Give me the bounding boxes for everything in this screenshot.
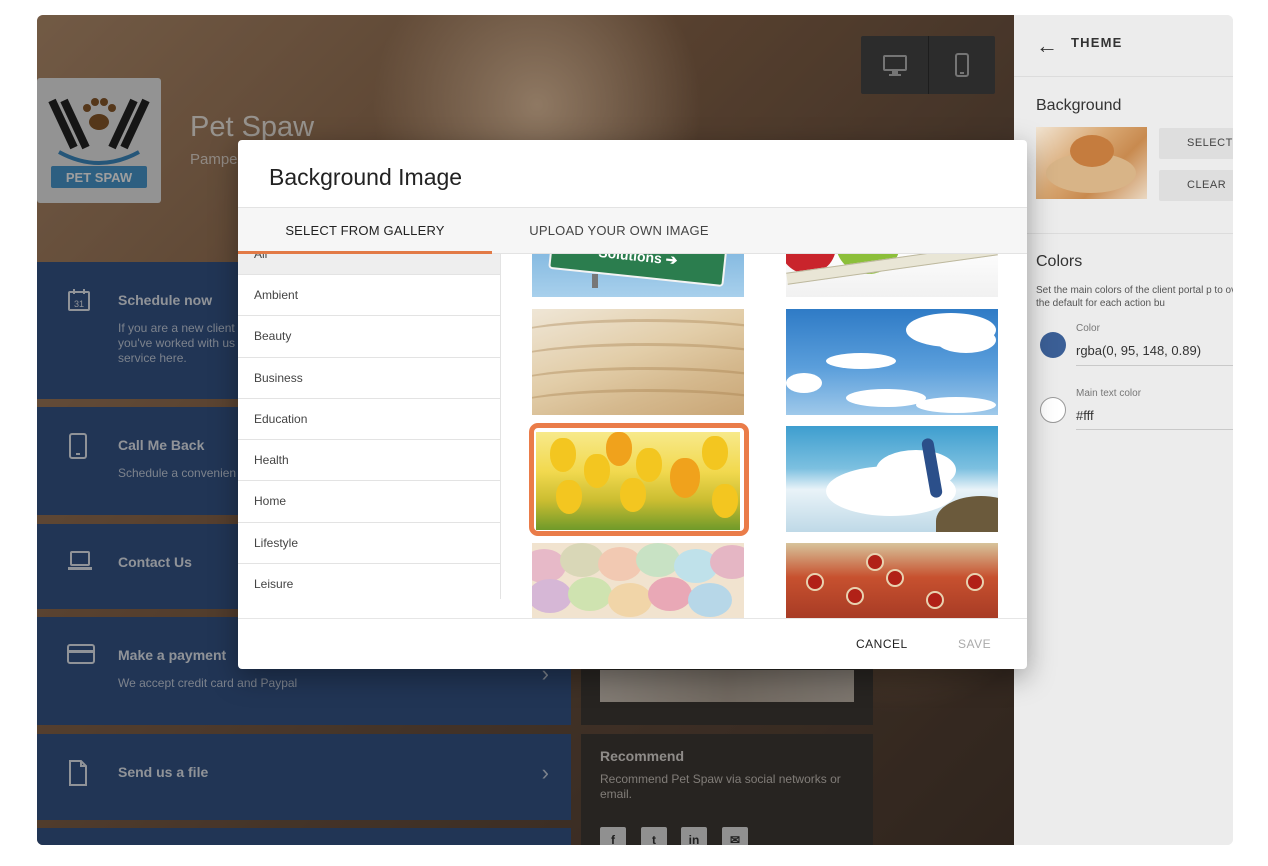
category-item-beauty[interactable]: Beauty — [238, 316, 500, 358]
category-item-home[interactable]: Home — [238, 481, 500, 523]
gallery-image-pizza[interactable] — [786, 543, 998, 619]
gallery-image-apples[interactable] — [786, 254, 998, 297]
select-background-button[interactable]: SELECT — [1159, 128, 1233, 159]
back-arrow-icon[interactable]: ← — [1036, 33, 1058, 59]
theme-panel-header: ← THEME — [1014, 15, 1233, 77]
gallery-image-sand[interactable] — [532, 309, 744, 415]
text-color-swatch[interactable] — [1040, 397, 1066, 423]
category-item-all[interactable]: All — [238, 254, 500, 275]
category-list: All Ambient Beauty Business Education He… — [238, 254, 501, 599]
modal-footer: CANCEL SAVE — [238, 618, 1027, 669]
modal-tabs: SELECT FROM GALLERY UPLOAD YOUR OWN IMAG… — [238, 207, 1027, 254]
clear-background-button[interactable]: CLEAR — [1159, 170, 1233, 201]
colors-description: Set the main colors of the client portal… — [1036, 285, 1233, 309]
category-item-ambient[interactable]: Ambient — [238, 275, 500, 317]
modal-title: Background Image — [269, 164, 463, 190]
colors-section-title: Colors — [1036, 253, 1083, 270]
primary-color-swatch[interactable] — [1040, 332, 1066, 358]
selected-image-highlight — [529, 423, 749, 536]
sign-text: Solutions ➔ — [548, 254, 728, 288]
panel-title: THEME — [1071, 35, 1123, 50]
category-item-health[interactable]: Health — [238, 440, 500, 482]
cancel-button[interactable]: CANCEL — [856, 637, 908, 651]
background-section-title: Background — [1036, 97, 1122, 114]
tab-upload-own-image[interactable]: UPLOAD YOUR OWN IMAGE — [492, 208, 746, 254]
color-field[interactable]: rgba(0, 95, 148, 0.89) — [1076, 343, 1201, 358]
color-field-label: Color — [1076, 323, 1100, 334]
gallery-image-solutions[interactable]: Solutions ➔ — [532, 254, 744, 297]
gallery-image-jumping-girl[interactable] — [786, 426, 998, 532]
text-color-field[interactable]: #fff — [1076, 408, 1094, 423]
tab-select-from-gallery[interactable]: SELECT FROM GALLERY — [238, 208, 492, 254]
category-item-education[interactable]: Education — [238, 399, 500, 441]
category-item-lifestyle[interactable]: Lifestyle — [238, 523, 500, 565]
background-image-modal: Background Image SELECT FROM GALLERY UPL… — [238, 140, 1027, 669]
save-button[interactable]: SAVE — [958, 637, 991, 651]
theme-panel: ← THEME Background SELECT CLEAR Colors S… — [1014, 15, 1233, 845]
category-item-business[interactable]: Business — [238, 358, 500, 399]
text-color-field-label: Main text color — [1076, 388, 1142, 399]
category-item-leisure[interactable]: Leisure — [238, 564, 500, 599]
gallery-image-macarons[interactable] — [532, 543, 744, 619]
background-thumbnail — [1036, 127, 1147, 199]
gallery-image-sky[interactable] — [786, 309, 998, 415]
